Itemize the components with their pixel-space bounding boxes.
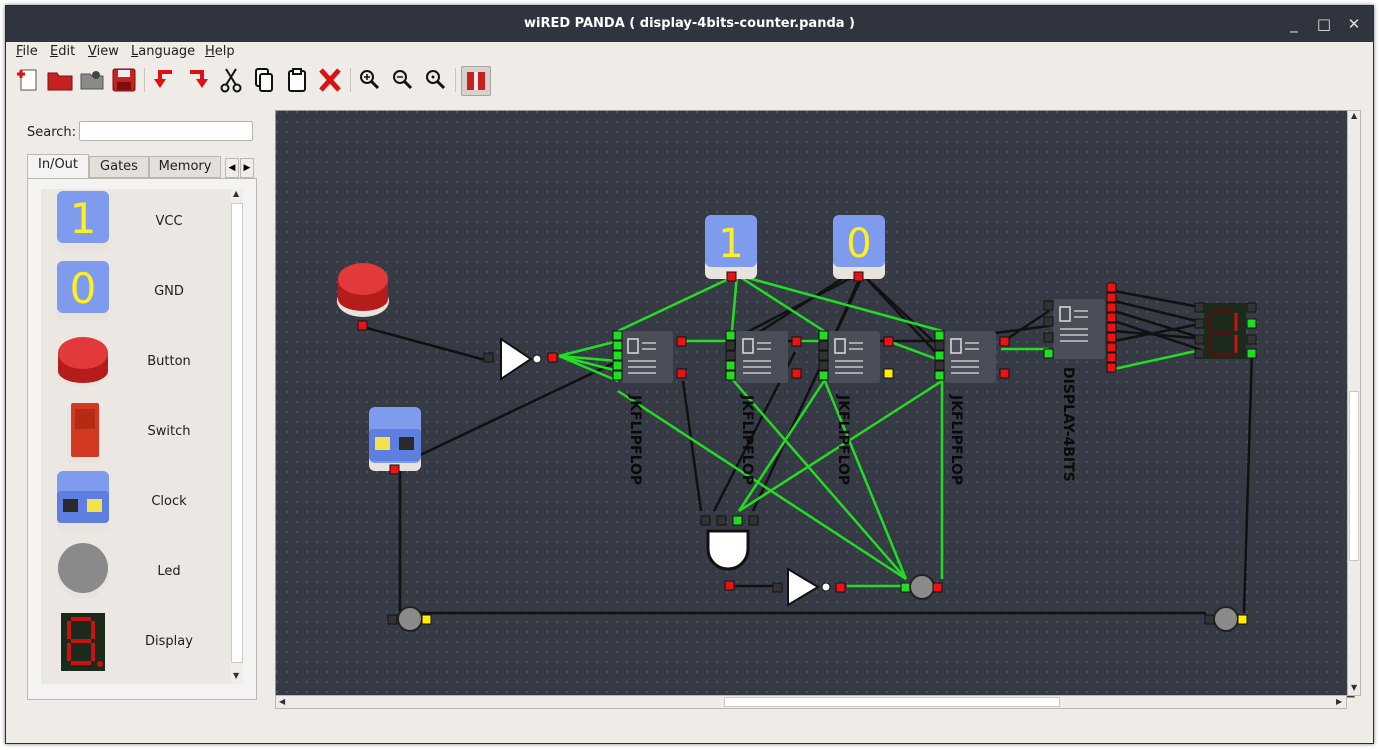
switch-icon bbox=[67, 403, 101, 463]
scroll-down-arrow[interactable]: ▼ bbox=[1351, 683, 1357, 692]
scroll-down-arrow[interactable]: ▼ bbox=[233, 671, 239, 680]
component-display[interactable]: Display bbox=[41, 609, 231, 679]
vcc-value: 1 bbox=[718, 221, 743, 267]
main-window: wiRED PANDA ( display-4bits-counter.pand… bbox=[5, 5, 1374, 744]
component-label: Button bbox=[147, 354, 191, 369]
gnd-icon: 0 bbox=[57, 261, 109, 321]
delete-icon[interactable] bbox=[316, 66, 344, 94]
scroll-thumb[interactable] bbox=[231, 203, 243, 663]
component-panel: 1 VCC 0 GND Button Switch Clock Led Disp… bbox=[27, 178, 257, 700]
window-title: wiRED PANDA ( display-4bits-counter.pand… bbox=[523, 16, 855, 31]
component-label: Clock bbox=[151, 494, 187, 509]
component-label: VCC bbox=[155, 214, 183, 229]
tab-scroll-left[interactable]: ◀ bbox=[225, 158, 239, 178]
flipflop-label: JKFLIPFLOP bbox=[948, 394, 964, 485]
menu-edit[interactable]: Edit bbox=[50, 44, 75, 59]
copy-icon[interactable] bbox=[250, 66, 278, 94]
toolbar-separator bbox=[350, 68, 351, 92]
circuit-drawing[interactable]: 1 0 JKFLIPFLOP JKFLIPFLOP JKFLIPFLOP JKF… bbox=[276, 111, 1354, 697]
scroll-thumb[interactable] bbox=[1349, 391, 1359, 561]
maximize-button[interactable]: □ bbox=[1314, 14, 1334, 34]
open-recent-icon[interactable] bbox=[78, 66, 106, 94]
tab-gates[interactable]: Gates bbox=[89, 156, 149, 178]
scroll-up-arrow[interactable]: ▲ bbox=[1351, 111, 1357, 120]
button-icon bbox=[57, 337, 109, 387]
component-vcc[interactable]: 1 VCC bbox=[41, 189, 231, 259]
paste-icon[interactable] bbox=[283, 66, 311, 94]
search-label: Search: bbox=[27, 125, 77, 140]
flipflop-label: JKFLIPFLOP bbox=[627, 394, 643, 485]
component-led[interactable]: Led bbox=[41, 539, 231, 609]
close-button[interactable]: ✕ bbox=[1344, 14, 1364, 34]
component-button[interactable]: Button bbox=[41, 329, 231, 399]
new-file-icon[interactable] bbox=[14, 66, 42, 94]
flipflop-label: JKFLIPFLOP bbox=[835, 394, 851, 485]
scroll-left-arrow[interactable]: ◀ bbox=[279, 697, 285, 706]
minimize-button[interactable]: _ bbox=[1284, 14, 1304, 34]
canvas-vertical-scrollbar[interactable]: ▲ ▼ bbox=[1347, 110, 1361, 696]
display-icon bbox=[61, 613, 105, 671]
circuit-canvas[interactable]: 1 0 JKFLIPFLOP JKFLIPFLOP JKFLIPFLOP JKF… bbox=[275, 110, 1355, 698]
svg-text:1: 1 bbox=[70, 194, 97, 243]
toolbar bbox=[6, 62, 1373, 98]
zoom-in-icon[interactable] bbox=[356, 66, 384, 94]
toolbar-separator bbox=[455, 68, 456, 92]
clock-component[interactable] bbox=[369, 407, 421, 475]
component-clock[interactable]: Clock bbox=[41, 469, 231, 539]
component-label: Display bbox=[145, 634, 193, 649]
svg-text:0: 0 bbox=[70, 264, 97, 313]
zoom-out-icon[interactable] bbox=[389, 66, 417, 94]
gnd-value: 0 bbox=[846, 221, 871, 267]
vcc-icon: 1 bbox=[57, 191, 109, 251]
undo-icon[interactable] bbox=[150, 66, 178, 94]
component-list: 1 VCC 0 GND Button Switch Clock Led Disp… bbox=[41, 189, 231, 684]
component-list-scrollbar[interactable]: ▲ ▼ bbox=[231, 189, 243, 684]
component-gnd[interactable]: 0 GND bbox=[41, 259, 231, 329]
component-label: Switch bbox=[147, 424, 191, 439]
component-tabs: In/Out Gates Memory ◀ ▶ bbox=[27, 154, 257, 178]
scroll-right-arrow[interactable]: ▶ bbox=[1336, 697, 1342, 706]
component-label: GND bbox=[154, 284, 184, 299]
scroll-thumb[interactable] bbox=[724, 697, 1060, 707]
gnd-component[interactable]: 0 bbox=[833, 215, 885, 282]
tab-memory[interactable]: Memory bbox=[149, 156, 221, 178]
tab-in-out[interactable]: In/Out bbox=[27, 154, 89, 178]
menu-bar: File Edit View Language Help bbox=[6, 42, 1373, 62]
menu-help[interactable]: Help bbox=[205, 44, 235, 59]
component-sidebar: Search: In/Out Gates Memory ◀ ▶ 1 VCC 0 … bbox=[27, 120, 257, 700]
pause-simulation-icon[interactable] bbox=[461, 66, 491, 96]
led-icon bbox=[57, 543, 109, 599]
canvas-horizontal-scrollbar[interactable]: ◀ ▶ bbox=[275, 695, 1347, 709]
cut-icon[interactable] bbox=[217, 66, 245, 94]
menu-language[interactable]: Language bbox=[131, 44, 195, 59]
search-input[interactable] bbox=[79, 121, 253, 141]
menu-file[interactable]: File bbox=[16, 44, 38, 59]
menu-view[interactable]: View bbox=[88, 44, 119, 59]
vcc-component[interactable]: 1 bbox=[705, 215, 757, 282]
title-bar: wiRED PANDA ( display-4bits-counter.pand… bbox=[6, 6, 1373, 42]
toolbar-separator bbox=[144, 68, 145, 92]
component-label: Led bbox=[157, 564, 181, 579]
redo-icon[interactable] bbox=[184, 66, 212, 94]
scroll-up-arrow[interactable]: ▲ bbox=[233, 189, 239, 198]
save-icon[interactable] bbox=[110, 66, 138, 94]
open-folder-icon[interactable] bbox=[46, 66, 74, 94]
zoom-reset-icon[interactable] bbox=[422, 66, 450, 94]
clock-icon bbox=[57, 471, 109, 531]
flipflop-label: JKFLIPFLOP bbox=[739, 394, 755, 485]
display-ic-label: DISPLAY-4BITS bbox=[1060, 367, 1076, 482]
component-switch[interactable]: Switch bbox=[41, 399, 231, 469]
tab-scroll-right[interactable]: ▶ bbox=[240, 158, 254, 178]
